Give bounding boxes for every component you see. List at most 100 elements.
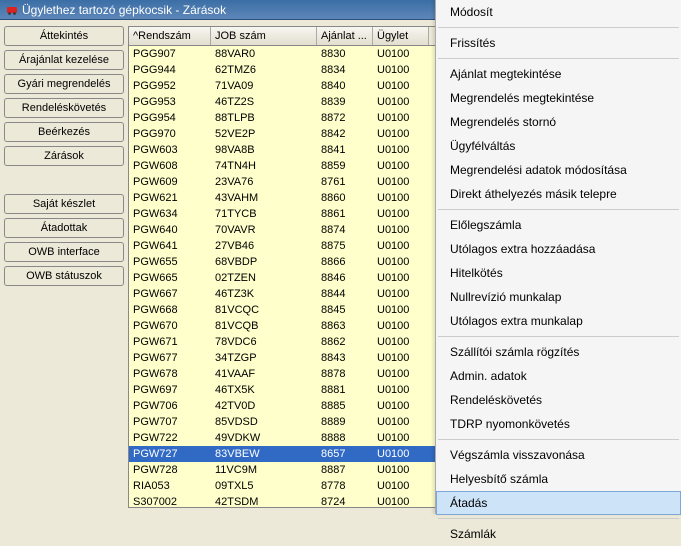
cell: PGW670 <box>129 318 211 334</box>
cell: PGW728 <box>129 462 211 478</box>
cell: U0100 <box>373 302 429 318</box>
sidebar-btn-receipt[interactable]: Beérkezés <box>4 122 124 142</box>
menu-item[interactable]: Admin. adatok <box>436 364 681 388</box>
cell: 85VDSD <box>211 414 317 430</box>
menu-item[interactable]: Előlegszámla <box>436 213 681 237</box>
menu-item[interactable]: Helyesbítő számla <box>436 467 681 491</box>
menu-separator <box>438 336 679 337</box>
cell: 70VAVR <box>211 222 317 238</box>
cell: U0100 <box>373 46 429 62</box>
cell: PGW634 <box>129 206 211 222</box>
cell: 8778 <box>317 478 373 494</box>
cell: PGG954 <box>129 110 211 126</box>
context-menu: MódosítFrissítésAjánlat megtekintéseMegr… <box>435 0 681 514</box>
menu-item[interactable]: Direkt áthelyezés másik telepre <box>436 182 681 206</box>
cell: 43VAHM <box>211 190 317 206</box>
cell: 68VBDP <box>211 254 317 270</box>
cell: U0100 <box>373 126 429 142</box>
cell: U0100 <box>373 206 429 222</box>
cell: U0100 <box>373 110 429 126</box>
cell: PGG952 <box>129 78 211 94</box>
cell: RIA053 <box>129 478 211 494</box>
sidebar-btn-factory[interactable]: Gyári megrendelés <box>4 74 124 94</box>
cell: PGG944 <box>129 62 211 78</box>
cell: 34TZGP <box>211 350 317 366</box>
sidebar-btn-ordertrack[interactable]: Rendeléskövetés <box>4 98 124 118</box>
menu-separator <box>438 27 679 28</box>
cell: 46TX5K <box>211 382 317 398</box>
cell: PGW697 <box>129 382 211 398</box>
menu-item[interactable]: Átadás <box>436 491 681 515</box>
cell: U0100 <box>373 462 429 478</box>
cell: U0100 <box>373 494 429 508</box>
menu-item[interactable]: Megrendelési adatok módosítása <box>436 158 681 182</box>
sidebar-btn-owbif[interactable]: OWB interface <box>4 242 124 262</box>
cell: U0100 <box>373 430 429 446</box>
menu-item[interactable]: Szállítói számla rögzítés <box>436 340 681 364</box>
cell: 71TYCB <box>211 206 317 222</box>
cell: 8885 <box>317 398 373 414</box>
menu-item[interactable]: Ajánlat megtekintése <box>436 62 681 86</box>
menu-item[interactable]: Megrendelés megtekintése <box>436 86 681 110</box>
cell: 8724 <box>317 494 373 508</box>
cell: U0100 <box>373 190 429 206</box>
cell: 46TZ2S <box>211 94 317 110</box>
col-header-2[interactable]: Ajánlat ... <box>317 27 373 45</box>
menu-item[interactable]: Rendeléskövetés <box>436 388 681 412</box>
cell: 8872 <box>317 110 373 126</box>
sidebar-btn-owbst[interactable]: OWB státuszok <box>4 266 124 286</box>
cell: 8887 <box>317 462 373 478</box>
cell: 8844 <box>317 286 373 302</box>
cell: 49VDKW <box>211 430 317 446</box>
cell: 46TZ3K <box>211 286 317 302</box>
cell: 8866 <box>317 254 373 270</box>
menu-item[interactable]: Megrendelés stornó <box>436 110 681 134</box>
cell: 42TSDM <box>211 494 317 508</box>
cell: PGG970 <box>129 126 211 142</box>
sidebar-btn-handed[interactable]: Átadottak <box>4 218 124 238</box>
cell: 42TV0D <box>211 398 317 414</box>
cell: PGG907 <box>129 46 211 62</box>
menu-item[interactable]: TDRP nyomonkövetés <box>436 412 681 436</box>
cell: 41VAAF <box>211 366 317 382</box>
cell: 8874 <box>317 222 373 238</box>
menu-item[interactable]: Módosít <box>436 0 681 24</box>
col-header-1[interactable]: JOB szám <box>211 27 317 45</box>
menu-item[interactable]: Utólagos extra hozzáadása <box>436 237 681 261</box>
menu-separator <box>438 209 679 210</box>
menu-item[interactable]: Számlák <box>436 522 681 546</box>
menu-item[interactable]: Ügyfélváltás <box>436 134 681 158</box>
cell: 8657 <box>317 446 373 462</box>
cell: PGG953 <box>129 94 211 110</box>
cell: U0100 <box>373 270 429 286</box>
cell: U0100 <box>373 94 429 110</box>
menu-item[interactable]: Hitelkötés <box>436 261 681 285</box>
cell: U0100 <box>373 254 429 270</box>
cell: PGW655 <box>129 254 211 270</box>
cell: 8843 <box>317 350 373 366</box>
cell: PGW727 <box>129 446 211 462</box>
menu-item[interactable]: Frissítés <box>436 31 681 55</box>
cell: 8889 <box>317 414 373 430</box>
sidebar-btn-closing[interactable]: Zárások <box>4 146 124 166</box>
cell: 8863 <box>317 318 373 334</box>
cell: U0100 <box>373 366 429 382</box>
col-header-3[interactable]: Ügylet <box>373 27 429 45</box>
cell: PGW608 <box>129 158 211 174</box>
cell: PGW722 <box>129 430 211 446</box>
sidebar-btn-overview[interactable]: Áttekintés <box>4 26 124 46</box>
cell: 8875 <box>317 238 373 254</box>
cell: 8841 <box>317 142 373 158</box>
col-header-0[interactable]: ^Rendszám <box>129 27 211 45</box>
menu-item[interactable]: Utólagos extra munkalap <box>436 309 681 333</box>
sidebar-btn-offer[interactable]: Árajánlat kezelése <box>4 50 124 70</box>
cell: PGW667 <box>129 286 211 302</box>
cell: U0100 <box>373 158 429 174</box>
cell: S307002 <box>129 494 211 508</box>
cell: 8888 <box>317 430 373 446</box>
menu-item[interactable]: Végszámla visszavonása <box>436 443 681 467</box>
sidebar-btn-stock[interactable]: Saját készlet <box>4 194 124 214</box>
menu-item[interactable]: Nullrevízió munkalap <box>436 285 681 309</box>
cell: 8881 <box>317 382 373 398</box>
cell: PGW671 <box>129 334 211 350</box>
